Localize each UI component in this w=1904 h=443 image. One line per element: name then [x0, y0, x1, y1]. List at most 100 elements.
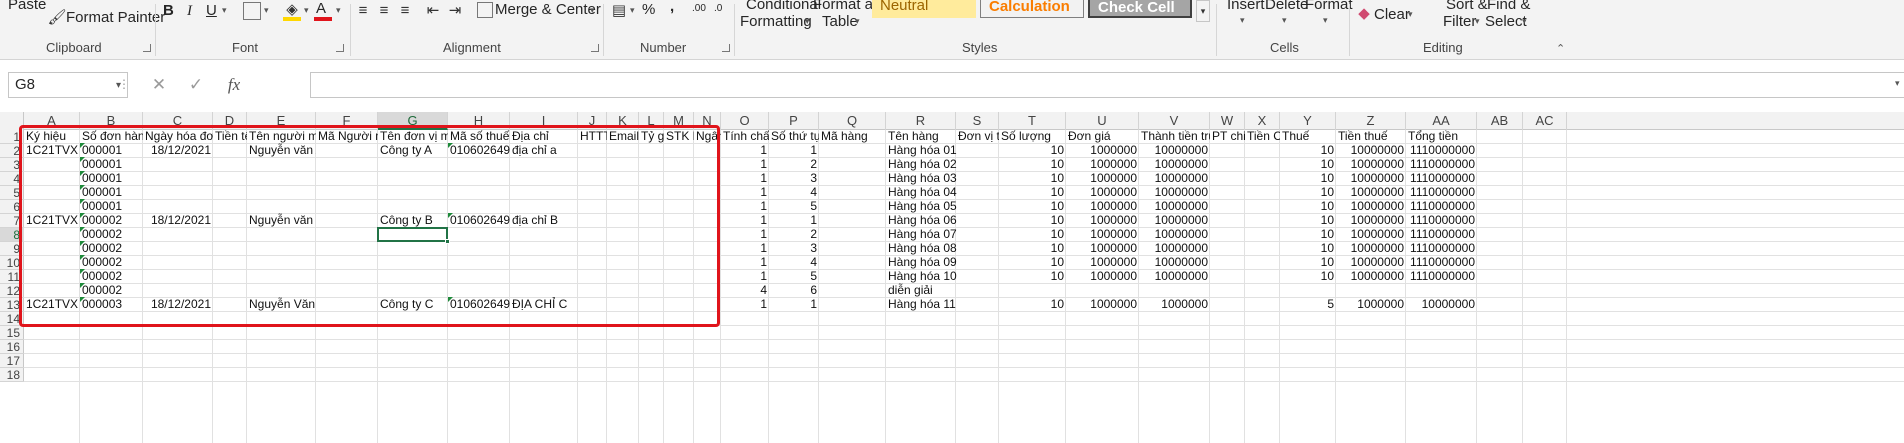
data-cell[interactable]: 1110000000: [1406, 227, 1477, 241]
data-cell[interactable]: Hàng hóa 11: [886, 297, 956, 311]
align-left-icon[interactable]: ≡: [355, 2, 371, 18]
data-cell[interactable]: 1000000: [1066, 297, 1139, 311]
borders-icon[interactable]: [243, 2, 261, 20]
column-header-ab[interactable]: AB: [1477, 112, 1523, 130]
data-cell[interactable]: Hàng hóa 05: [886, 199, 957, 213]
merge-dropdown-icon[interactable]: ▾: [590, 6, 595, 15]
calculation-style[interactable]: Calculation: [980, 0, 1084, 18]
data-cell[interactable]: 10: [1280, 157, 1336, 171]
delete-cells-button[interactable]: Delete: [1265, 0, 1308, 14]
data-cell[interactable]: 1110000000: [1406, 269, 1477, 283]
row-header-15[interactable]: 15: [0, 326, 24, 340]
increase-decimal-button[interactable]: .00: [692, 0, 706, 18]
data-cell[interactable]: 1: [721, 143, 769, 157]
align-right-icon[interactable]: ≡: [397, 2, 413, 18]
find-select-button[interactable]: Select: [1485, 13, 1527, 31]
accounting-format-icon[interactable]: ▤: [610, 2, 628, 18]
data-cell[interactable]: 10: [1280, 241, 1336, 255]
insert-cells-button[interactable]: Insert: [1227, 0, 1265, 14]
data-cell[interactable]: 1110000000: [1406, 255, 1477, 269]
data-cell[interactable]: 2: [769, 227, 819, 241]
data-cell[interactable]: Hàng hóa 09: [886, 255, 957, 269]
accounting-dropdown-icon[interactable]: ▾: [630, 6, 635, 15]
column-header-t[interactable]: T: [999, 112, 1066, 130]
data-cell[interactable]: 1000000: [1066, 157, 1139, 171]
data-cell[interactable]: 10000000: [1139, 185, 1210, 199]
data-cell[interactable]: 6: [769, 283, 819, 297]
data-cell[interactable]: 10: [999, 185, 1066, 199]
format-dropdown-icon[interactable]: ▾: [1323, 16, 1328, 25]
data-cell[interactable]: 1000000: [1066, 269, 1139, 283]
data-cell[interactable]: 10000000: [1139, 269, 1210, 283]
column-header-w[interactable]: W: [1210, 112, 1245, 130]
column-title-cell[interactable]: Tính chất: [721, 129, 769, 143]
data-cell[interactable]: Hàng hóa 07: [886, 227, 957, 241]
data-cell[interactable]: 1000000: [1066, 255, 1139, 269]
data-cell[interactable]: 10: [1280, 199, 1336, 213]
alignment-launcher-icon[interactable]: [591, 44, 599, 52]
paste-button[interactable]: Paste: [8, 0, 46, 14]
underline-dropdown-icon[interactable]: ▾: [222, 6, 227, 15]
borders-dropdown-icon[interactable]: ▾: [264, 6, 269, 15]
row-header-16[interactable]: 16: [0, 340, 24, 354]
data-cell[interactable]: 1000000: [1066, 199, 1139, 213]
collapse-ribbon-icon[interactable]: ⌃: [1556, 44, 1565, 55]
formula-input[interactable]: [310, 72, 1904, 98]
data-cell[interactable]: 1: [769, 297, 819, 311]
data-cell[interactable]: 10: [1280, 227, 1336, 241]
delete-dropdown-icon[interactable]: ▾: [1282, 16, 1287, 25]
data-cell[interactable]: 10: [1280, 269, 1336, 283]
column-header-z[interactable]: Z: [1336, 112, 1406, 130]
data-cell[interactable]: 1000000: [1066, 185, 1139, 199]
data-cell[interactable]: 10000000: [1406, 297, 1477, 311]
column-title-cell[interactable]: Mã hàng: [819, 129, 886, 143]
styles-gallery-more-icon[interactable]: ▾: [1196, 0, 1210, 22]
data-cell[interactable]: 10: [999, 297, 1066, 311]
data-cell[interactable]: 10: [999, 199, 1066, 213]
column-header-v[interactable]: V: [1139, 112, 1210, 130]
data-cell[interactable]: Hàng hóa 10: [886, 269, 957, 283]
data-cell[interactable]: 1110000000: [1406, 241, 1477, 255]
data-cell[interactable]: 1: [721, 213, 769, 227]
format-as-table-dropdown-icon[interactable]: ▾: [855, 17, 860, 26]
data-cell[interactable]: 10000000: [1139, 157, 1210, 171]
data-cell[interactable]: 10: [999, 143, 1066, 157]
conditional-formatting-button[interactable]: Formatting: [740, 13, 812, 31]
data-cell[interactable]: Hàng hóa 04: [886, 185, 957, 199]
data-cell[interactable]: Hàng hóa 03: [886, 171, 957, 185]
worksheet-grid[interactable]: A B C D E F G H I J K L M N O P Q R S T U V W X Y Z AA AB AC 1234567…: [0, 112, 1904, 443]
data-cell[interactable]: 5: [769, 269, 819, 283]
cancel-icon[interactable]: ✕: [150, 75, 168, 93]
data-cell[interactable]: Hàng hóa 08: [886, 241, 957, 255]
bold-button[interactable]: B: [163, 2, 174, 20]
italic-button[interactable]: I: [187, 2, 192, 20]
data-cell[interactable]: 1: [721, 157, 769, 171]
data-cell[interactable]: 1: [721, 199, 769, 213]
neutral-style[interactable]: Neutral: [872, 0, 976, 18]
data-cell[interactable]: 10000000: [1336, 213, 1406, 227]
clear-dropdown-icon[interactable]: ▾: [1408, 10, 1413, 19]
data-cell[interactable]: 10000000: [1139, 241, 1210, 255]
data-cell[interactable]: 1000000: [1139, 297, 1210, 311]
data-cell[interactable]: 1110000000: [1406, 157, 1477, 171]
merge-center-icon[interactable]: [477, 2, 493, 18]
data-cell[interactable]: 1110000000: [1406, 185, 1477, 199]
data-cell[interactable]: 1000000: [1066, 227, 1139, 241]
column-title-cell[interactable]: Đơn vị tính: [956, 129, 999, 143]
column-title-cell[interactable]: Tiền CK: [1245, 129, 1280, 143]
column-title-cell[interactable]: Thành tiền trước: [1139, 129, 1210, 143]
data-cell[interactable]: 10: [999, 255, 1066, 269]
data-cell[interactable]: 10: [999, 269, 1066, 283]
data-cell[interactable]: 10000000: [1336, 241, 1406, 255]
sort-filter-line1[interactable]: Sort &: [1446, 0, 1488, 14]
data-cell[interactable]: 10000000: [1336, 143, 1406, 157]
data-cell[interactable]: 1: [721, 241, 769, 255]
data-cell[interactable]: 10: [1280, 171, 1336, 185]
font-color-dropdown-icon[interactable]: ▾: [336, 6, 341, 15]
expand-formula-bar-icon[interactable]: ▾: [1895, 79, 1900, 88]
fill-color-dropdown-icon[interactable]: ▾: [304, 6, 309, 15]
find-select-line1[interactable]: Find &: [1487, 0, 1530, 14]
data-cell[interactable]: 1000000: [1336, 297, 1406, 311]
merge-center-button[interactable]: Merge & Center: [495, 1, 601, 19]
column-title-cell[interactable]: Đơn giá: [1066, 129, 1139, 143]
